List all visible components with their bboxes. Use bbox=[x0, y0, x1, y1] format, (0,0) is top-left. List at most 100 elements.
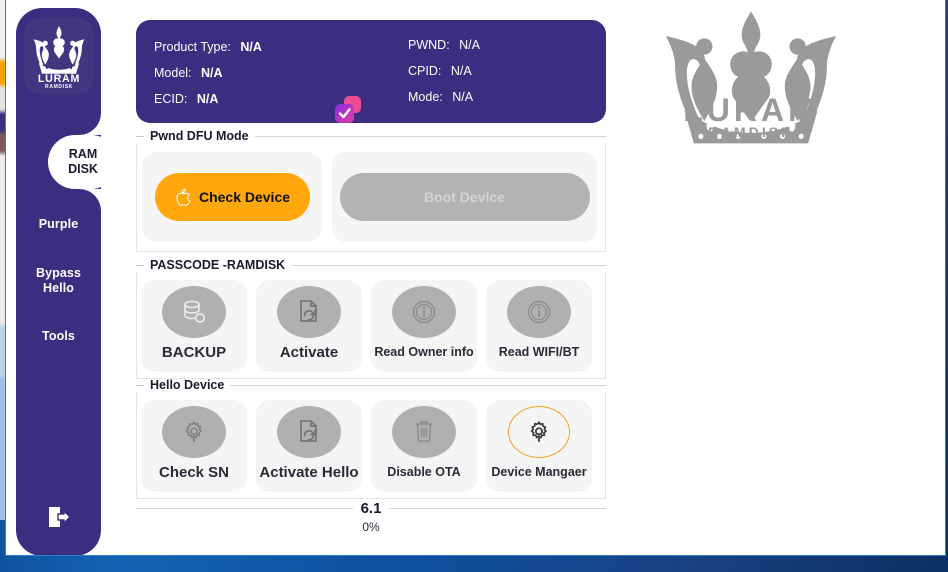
version-label: 6.1 bbox=[360, 500, 382, 517]
crown-icon: LURAM RAMDISK bbox=[33, 26, 85, 89]
tile-backup-label: BACKUP bbox=[161, 344, 227, 361]
divider bbox=[136, 264, 144, 266]
tile-read-owner-label: Read Owner info bbox=[374, 345, 474, 359]
tile-read-owner-info[interactable]: Read Owner info bbox=[371, 280, 477, 372]
tile-disable-ota-icon-bg bbox=[392, 406, 456, 458]
product-type-label: Product Type: bbox=[154, 40, 231, 54]
tile-activate-icon-bg bbox=[277, 286, 341, 338]
pwnd-value: N/A bbox=[459, 38, 480, 52]
version-divider-row: 6.1 bbox=[136, 500, 607, 517]
tile-activate-hello-icon-bg bbox=[277, 406, 341, 458]
tile-activate-hello[interactable]: Activate Hello bbox=[256, 400, 362, 492]
section-passcode-title: PASSCODE -RAMDISK bbox=[150, 258, 286, 272]
gear-icon bbox=[185, 421, 202, 442]
section-pwnd-body: Check Device Boot Device bbox=[136, 143, 606, 252]
section-passcode-ramdisk: PASSCODE -RAMDISK BACKUP Activate Read O… bbox=[136, 258, 606, 379]
section-hello-header: Hello Device bbox=[136, 378, 606, 392]
model-label: Model: bbox=[154, 66, 192, 80]
divider bbox=[254, 135, 606, 137]
logout-icon bbox=[48, 507, 71, 527]
passcode-tiles-row: BACKUP Activate Read Owner info Read WIF… bbox=[137, 272, 605, 378]
sidebar: LURAM RAMDISK RAM DISK Purple Bypass Hel… bbox=[16, 8, 118, 555]
sidebar-item-ramdisk[interactable]: RAM DISK bbox=[48, 135, 118, 189]
sidebar-item-purple-label: Purple bbox=[38, 217, 79, 231]
tile-activate-hello-label: Activate Hello bbox=[259, 464, 359, 481]
sidebar-item-bypass-hello[interactable]: Bypass Hello bbox=[16, 266, 101, 296]
ecid-value: N/A bbox=[196, 92, 219, 106]
tile-check-sn-label: Check SN bbox=[158, 464, 230, 481]
cpid-label: CPID: bbox=[408, 64, 442, 78]
section-pwnd-title: Pwnd DFU Mode bbox=[150, 129, 249, 143]
trash-icon bbox=[415, 421, 433, 442]
model-value: N/A bbox=[201, 66, 223, 80]
watermark-logo: . LURAM RAMDISK bbox=[651, 8, 851, 148]
boot-device-card: Boot Device bbox=[332, 152, 597, 242]
cpid-value: N/A bbox=[450, 64, 472, 78]
tile-backup-icon-bg bbox=[162, 286, 226, 338]
sidebar-item-bypass-label-line1: Bypass bbox=[35, 266, 82, 280]
divider bbox=[136, 135, 144, 137]
info-row-ecid: ECID: N/A bbox=[154, 86, 262, 112]
svg-text:LURAM: LURAM bbox=[38, 73, 80, 85]
tile-check-sn[interactable]: Check SN bbox=[141, 400, 247, 492]
divider bbox=[389, 508, 607, 509]
sidebar-item-bypass-label-line2: Hello bbox=[42, 281, 75, 295]
sidebar-tab-notch-bottom bbox=[79, 189, 101, 211]
logout-button[interactable] bbox=[16, 504, 101, 530]
sidebar-logo: LURAM RAMDISK bbox=[24, 18, 94, 94]
divider bbox=[230, 384, 606, 386]
footer-status: 6.1 0% bbox=[136, 500, 607, 534]
pwnd-label: PWND: bbox=[408, 38, 450, 52]
section-passcode-header: PASSCODE -RAMDISK bbox=[136, 258, 606, 272]
tile-read-wifi-bt[interactable]: Read WIFI/BT bbox=[486, 280, 592, 372]
tile-backup[interactable]: BACKUP bbox=[141, 280, 247, 372]
tile-read-owner-icon-bg bbox=[392, 286, 456, 338]
boot-device-button[interactable]: Boot Device bbox=[339, 173, 590, 221]
info-row-mode: Mode: N/A bbox=[408, 84, 480, 110]
check-device-button[interactable]: Check Device bbox=[154, 173, 310, 221]
svg-text:RAMDISK: RAMDISK bbox=[45, 84, 73, 89]
info-row-product-type: Product Type: N/A bbox=[154, 34, 262, 60]
info-circle-icon bbox=[527, 300, 551, 324]
database-backup-icon bbox=[184, 300, 205, 323]
tile-device-manager[interactable]: Device Mangaer bbox=[486, 400, 592, 492]
document-refresh-icon bbox=[300, 420, 317, 442]
check-device-label: Check Device bbox=[198, 189, 291, 205]
info-row-model: Model: N/A bbox=[154, 60, 262, 86]
info-row-cpid: CPID: N/A bbox=[408, 58, 480, 84]
device-info-panel: Product Type: N/A Model: N/A ECID: N/A P… bbox=[136, 20, 606, 123]
tile-read-wifi-label: Read WIFI/BT bbox=[498, 345, 580, 359]
document-refresh-icon bbox=[300, 300, 317, 322]
copy-check-icon bbox=[335, 96, 361, 123]
mode-value: N/A bbox=[452, 90, 474, 104]
divider bbox=[291, 264, 606, 266]
sidebar-item-ramdisk-label-line2: DISK bbox=[68, 162, 98, 176]
progress-label: 0% bbox=[362, 520, 380, 534]
section-hello-title: Hello Device bbox=[150, 378, 225, 392]
tile-activate-label: Activate bbox=[279, 344, 339, 361]
hello-tiles-row: Check SN Activate Hello Disable OTA Devi… bbox=[137, 392, 605, 498]
apple-icon bbox=[176, 188, 191, 206]
main-content: Product Type: N/A Model: N/A ECID: N/A P… bbox=[131, 0, 621, 555]
sidebar-item-purple[interactable]: Purple bbox=[16, 217, 101, 232]
sidebar-item-tools[interactable]: Tools bbox=[16, 329, 101, 344]
section-hello-device: Hello Device Check SN Activate Hello Dis… bbox=[136, 378, 606, 499]
tile-disable-ota-label: Disable OTA bbox=[387, 465, 461, 479]
section-pwnd-dfu-mode: Pwnd DFU Mode Check Device Boot Device bbox=[136, 129, 606, 252]
sidebar-item-ramdisk-label-line1: RAM bbox=[68, 147, 98, 161]
section-hello-body: Check SN Activate Hello Disable OTA Devi… bbox=[136, 392, 606, 499]
info-circle-icon bbox=[412, 300, 436, 324]
tile-disable-ota[interactable]: Disable OTA bbox=[371, 400, 477, 492]
tile-activate[interactable]: Activate bbox=[256, 280, 362, 372]
product-type-value: N/A bbox=[240, 40, 262, 54]
section-passcode-body: BACKUP Activate Read Owner info Read WIF… bbox=[136, 272, 606, 379]
sidebar-tab-notch-top bbox=[79, 113, 101, 135]
sidebar-item-tools-label: Tools bbox=[42, 329, 75, 343]
ecid-label: ECID: bbox=[154, 92, 188, 106]
gear-icon bbox=[530, 421, 547, 442]
tile-check-sn-icon-bg bbox=[162, 406, 226, 458]
check-device-card: Check Device bbox=[142, 152, 322, 242]
mode-label: Mode: bbox=[408, 90, 443, 104]
tile-device-manager-icon-ring bbox=[508, 406, 570, 458]
section-pwnd-header: Pwnd DFU Mode bbox=[136, 129, 606, 143]
